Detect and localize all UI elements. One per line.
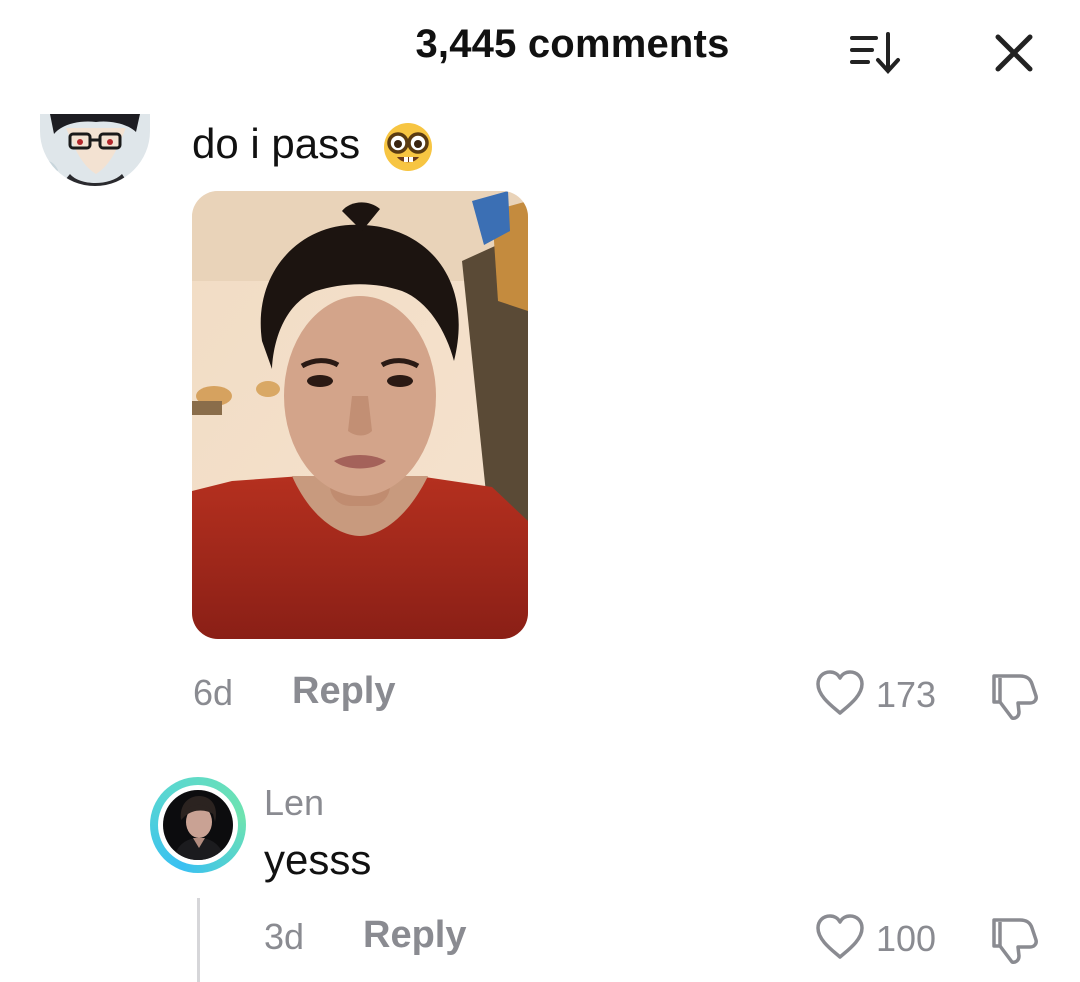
- nerd-face-emoji-icon: [382, 120, 434, 172]
- comments-header: 3,445 comments: [0, 0, 1080, 100]
- comments-sheet: 3,445 comments do i pass 6d Reply 173 Le…: [0, 0, 1080, 982]
- thread-line: [197, 898, 200, 982]
- comment-text: do i pass: [192, 120, 361, 167]
- comment-dislike-button[interactable]: [986, 668, 1042, 722]
- comment-timestamp: 6d: [193, 672, 234, 713]
- reply-timestamp: 3d: [264, 916, 305, 957]
- thumbs-down-icon: [992, 918, 1038, 964]
- comment-reply-button[interactable]: Reply: [292, 670, 395, 713]
- reply-text: yesss: [264, 836, 372, 883]
- portrait-avatar-icon: [163, 790, 233, 860]
- heart-icon: [816, 914, 864, 959]
- selfie-photo-icon: [192, 191, 528, 639]
- comments-count-title: 3,445 comments: [415, 22, 730, 66]
- close-button[interactable]: [988, 30, 1040, 78]
- comment-like-count: 173: [876, 674, 937, 715]
- comment-photo[interactable]: [192, 191, 528, 639]
- reply-author-avatar[interactable]: [150, 777, 246, 873]
- sort-button[interactable]: [846, 28, 906, 78]
- commenter-avatar[interactable]: [40, 114, 150, 186]
- reply-dislike-button[interactable]: [986, 912, 1042, 966]
- reply-author-name[interactable]: Len: [264, 782, 324, 824]
- anime-avatar-icon: [40, 114, 150, 186]
- thumbs-down-icon: [992, 674, 1038, 720]
- reply-like-count: 100: [876, 918, 937, 959]
- reply-reply-button[interactable]: Reply: [363, 914, 466, 957]
- heart-icon: [816, 670, 864, 715]
- sort-icon: [850, 32, 900, 74]
- close-icon: [995, 34, 1033, 72]
